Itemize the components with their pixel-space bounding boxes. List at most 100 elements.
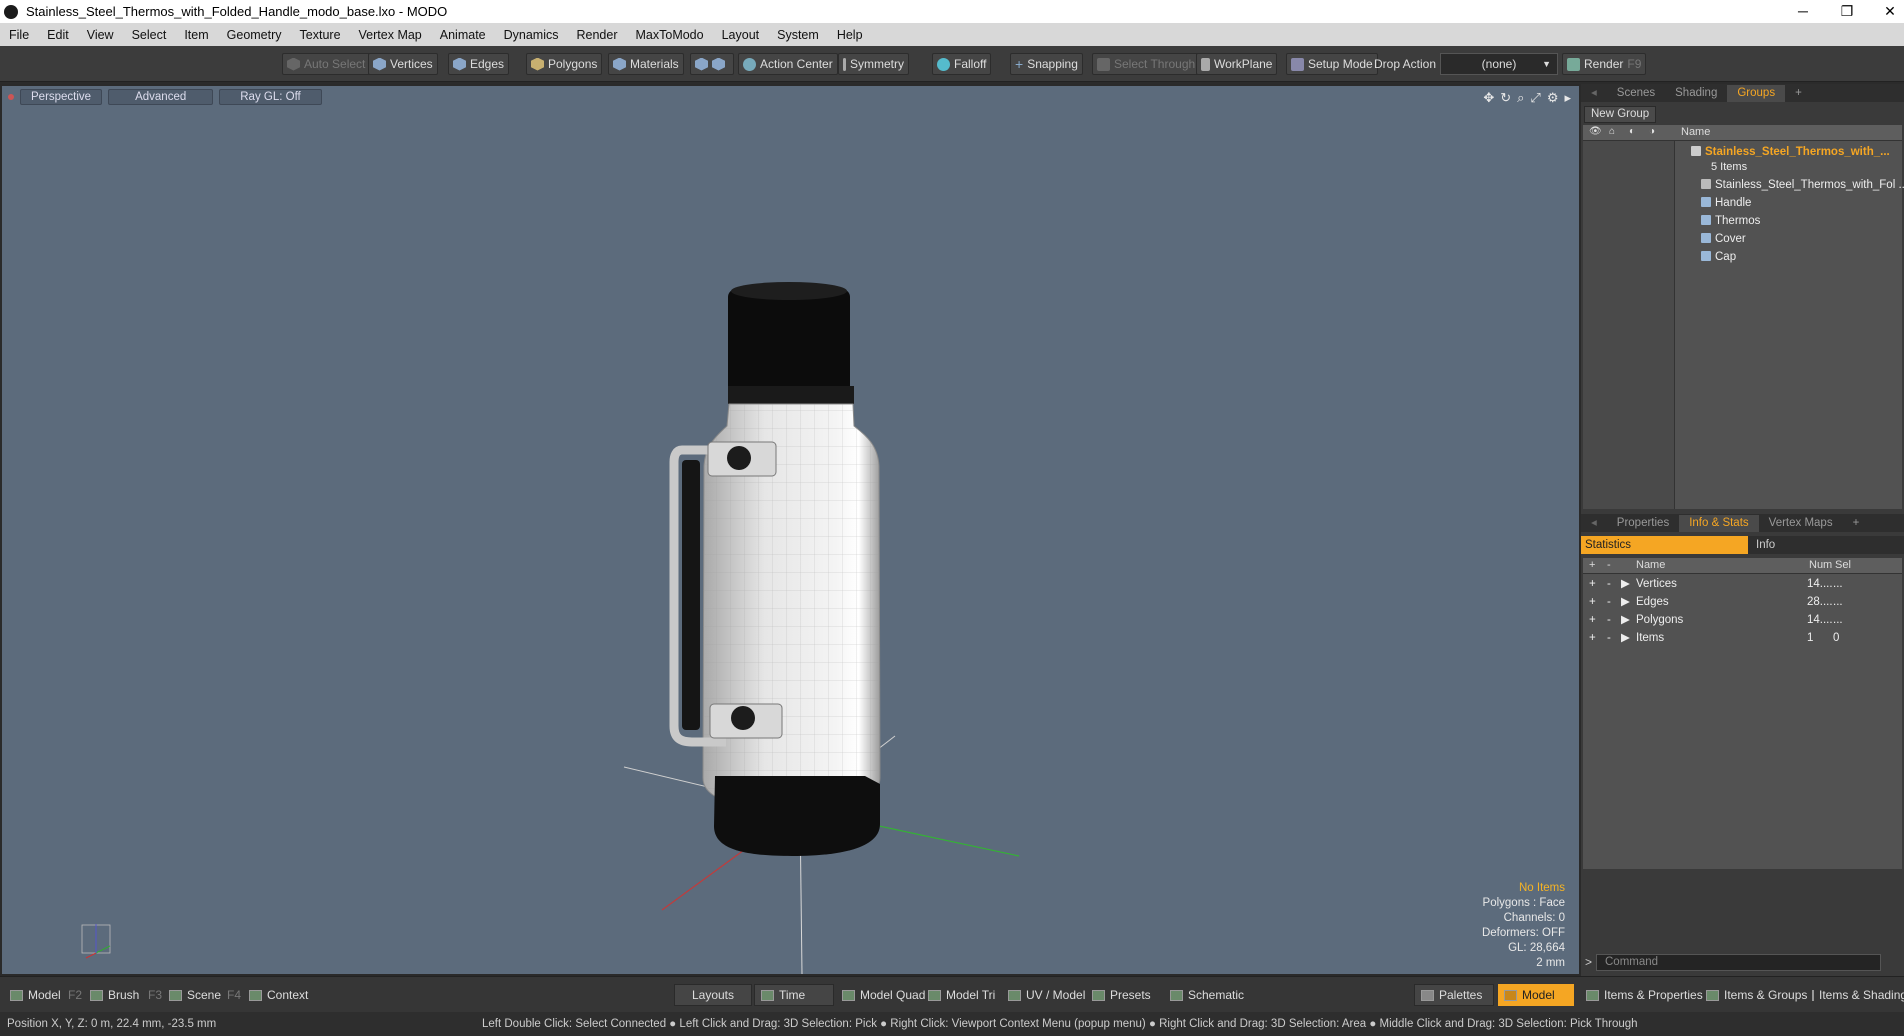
model-tri-button[interactable]: Model Tri — [922, 984, 1001, 1006]
3d-viewport[interactable]: Perspective Advanced Ray GL: Off ✥ ↻ ⌕ ⤢… — [0, 84, 1581, 976]
select-through-button[interactable]: Select Through — [1092, 53, 1201, 75]
minimize-button[interactable]: ─ — [1783, 0, 1823, 23]
tab-statistics[interactable]: Statistics — [1581, 536, 1748, 554]
items-shading-button[interactable]: Items & Shading — [1806, 984, 1904, 1006]
thermos-model[interactable] — [669, 282, 881, 856]
group-item-mesh[interactable]: Stainless_Steel_Thermos_with_Fol ... — [1583, 176, 1904, 194]
menu-file[interactable]: File — [0, 28, 38, 42]
group-item-cover[interactable]: Cover — [1583, 230, 1902, 248]
groups-header: 👁 ⌂ ◐ ◑ Name — [1583, 125, 1902, 141]
tab-vertex-maps[interactable]: Vertex Maps — [1759, 515, 1843, 532]
select-toggle-icon[interactable]: ◑ — [1649, 126, 1655, 137]
panel-menu-icon-2[interactable]: ◂ — [1581, 515, 1607, 532]
menu-texture[interactable]: Texture — [291, 28, 350, 42]
tab-info-stats[interactable]: Info & Stats — [1679, 514, 1759, 532]
menu-layout[interactable]: Layout — [713, 28, 769, 42]
close-button[interactable]: ✕ — [1870, 0, 1904, 23]
maximize-button[interactable]: ❐ — [1827, 0, 1867, 23]
selection-sets-button[interactable] — [690, 53, 734, 75]
menu-render[interactable]: Render — [568, 28, 627, 42]
statistics-header: + - Name Num Sel — [1583, 558, 1902, 574]
lock-icon[interactable]: ⌂ — [1609, 126, 1615, 137]
menu-item[interactable]: Item — [175, 28, 217, 42]
group-item-cap[interactable]: Cap — [1583, 248, 1902, 266]
panel-menu-icon[interactable]: ◂ — [1581, 85, 1607, 102]
vertices-button[interactable]: Vertices — [368, 53, 438, 75]
menu-geometry[interactable]: Geometry — [218, 28, 291, 42]
time-button[interactable]: Time — [754, 984, 834, 1006]
shield-icon — [695, 57, 708, 71]
stats-row-items[interactable]: + - ▶ Items 1 0 — [1583, 629, 1902, 647]
tab-properties[interactable]: Properties — [1607, 515, 1679, 532]
tab-groups[interactable]: Groups — [1727, 84, 1786, 102]
chevron-down-icon: ▼ — [1542, 59, 1551, 69]
expand-arrow-icon: ▶ — [1621, 632, 1630, 644]
menu-dynamics[interactable]: Dynamics — [495, 28, 568, 42]
schematic-button[interactable]: Schematic — [1164, 984, 1250, 1006]
model-quad-button[interactable]: Model Quad — [836, 984, 931, 1006]
edges-button[interactable]: Edges — [448, 53, 510, 75]
expand-all-icon[interactable]: + — [1589, 559, 1595, 571]
viewport-stats: No Items Polygons : Face Channels: 0 Def… — [1482, 881, 1565, 971]
edges-icon — [453, 57, 466, 71]
group-item-handle[interactable]: Handle — [1583, 194, 1902, 212]
eye-icon[interactable]: 👁 — [1589, 126, 1602, 137]
context-layout-button[interactable]: Context — [243, 984, 314, 1006]
setup-mode-button[interactable]: Setup Mode — [1286, 53, 1378, 75]
render-icon — [1567, 57, 1580, 71]
menu-bar: File Edit View Select Item Geometry Text… — [0, 23, 1904, 46]
palettes-button[interactable]: Palettes — [1414, 984, 1494, 1006]
tab-shading[interactable]: Shading — [1665, 85, 1727, 102]
auto-select-button[interactable]: Auto Select — [282, 53, 371, 75]
action-center-button[interactable]: Action Center — [738, 53, 838, 75]
menu-system[interactable]: System — [768, 28, 828, 42]
workplane-button[interactable]: WorkPlane — [1196, 53, 1278, 75]
render-button[interactable]: Render F9 — [1562, 53, 1647, 75]
symmetry-button[interactable]: Symmetry — [838, 53, 909, 75]
menu-help[interactable]: Help — [828, 28, 872, 42]
stats-row-edges[interactable]: + - ▶ Edges 28....... — [1583, 593, 1902, 611]
expand-arrow-icon: ▶ — [1621, 578, 1630, 590]
snapping-icon: + — [1015, 55, 1024, 72]
menu-view[interactable]: View — [78, 28, 123, 42]
add-tab-icon-2[interactable]: + — [1843, 515, 1870, 532]
menu-maxtomodo[interactable]: MaxToModo — [627, 28, 713, 42]
stats-row-vertices[interactable]: + - ▶ Vertices 14....... — [1583, 575, 1902, 593]
menu-edit[interactable]: Edit — [38, 28, 78, 42]
command-input[interactable]: Command — [1596, 954, 1881, 971]
layout-icon — [1504, 989, 1517, 1001]
group-item-thermos[interactable]: Thermos — [1583, 212, 1902, 230]
tab-info[interactable]: Info — [1748, 536, 1904, 554]
snapping-button[interactable]: + Snapping — [1010, 53, 1083, 75]
main-toolbar: Auto Select Vertices Edges Polygons Mate… — [0, 46, 1904, 82]
polygons-button[interactable]: Polygons — [526, 53, 603, 75]
menu-select[interactable]: Select — [123, 28, 176, 42]
stats-subtabs: Statistics Info — [1581, 536, 1904, 554]
materials-button[interactable]: Materials — [608, 53, 684, 75]
new-group-button[interactable]: New Group — [1584, 106, 1657, 123]
menu-animate[interactable]: Animate — [431, 28, 495, 42]
thermos-bottom-cover — [714, 776, 880, 856]
menu-vertex-map[interactable]: Vertex Map — [350, 28, 431, 42]
stats-row-polygons[interactable]: + - ▶ Polygons 14....... — [1583, 611, 1902, 629]
layouts-button[interactable]: Layouts — [674, 984, 752, 1006]
model-layout-button[interactable]: Model — [4, 984, 67, 1006]
drop-action-select[interactable]: (none) ▼ — [1440, 53, 1558, 75]
items-properties-button[interactable]: Items & Properties — [1580, 984, 1709, 1006]
uv-model-button[interactable]: UV / Model — [1002, 984, 1091, 1006]
render-toggle-icon[interactable]: ◐ — [1629, 126, 1635, 137]
right-panel: ◂ Scenes Shading Groups + New Group 👁 ⌂ … — [1581, 84, 1904, 976]
items-groups-button[interactable]: Items & Groups — [1700, 984, 1813, 1006]
stats-channels: Channels: 0 — [1503, 912, 1565, 924]
model-active-button[interactable]: Model — [1498, 984, 1574, 1006]
collapse-all-icon[interactable]: - — [1607, 559, 1611, 571]
modo-logo-icon — [4, 4, 18, 19]
tab-scenes[interactable]: Scenes — [1607, 85, 1665, 102]
command-bar: > Command — [1581, 950, 1904, 976]
scene-layout-button[interactable]: Scene — [163, 984, 227, 1006]
add-tab-icon[interactable]: + — [1785, 85, 1812, 102]
palettes-icon — [1421, 989, 1434, 1001]
brush-layout-button[interactable]: Brush — [84, 984, 145, 1006]
falloff-button[interactable]: Falloff — [932, 53, 992, 75]
presets-button[interactable]: Presets — [1086, 984, 1157, 1006]
